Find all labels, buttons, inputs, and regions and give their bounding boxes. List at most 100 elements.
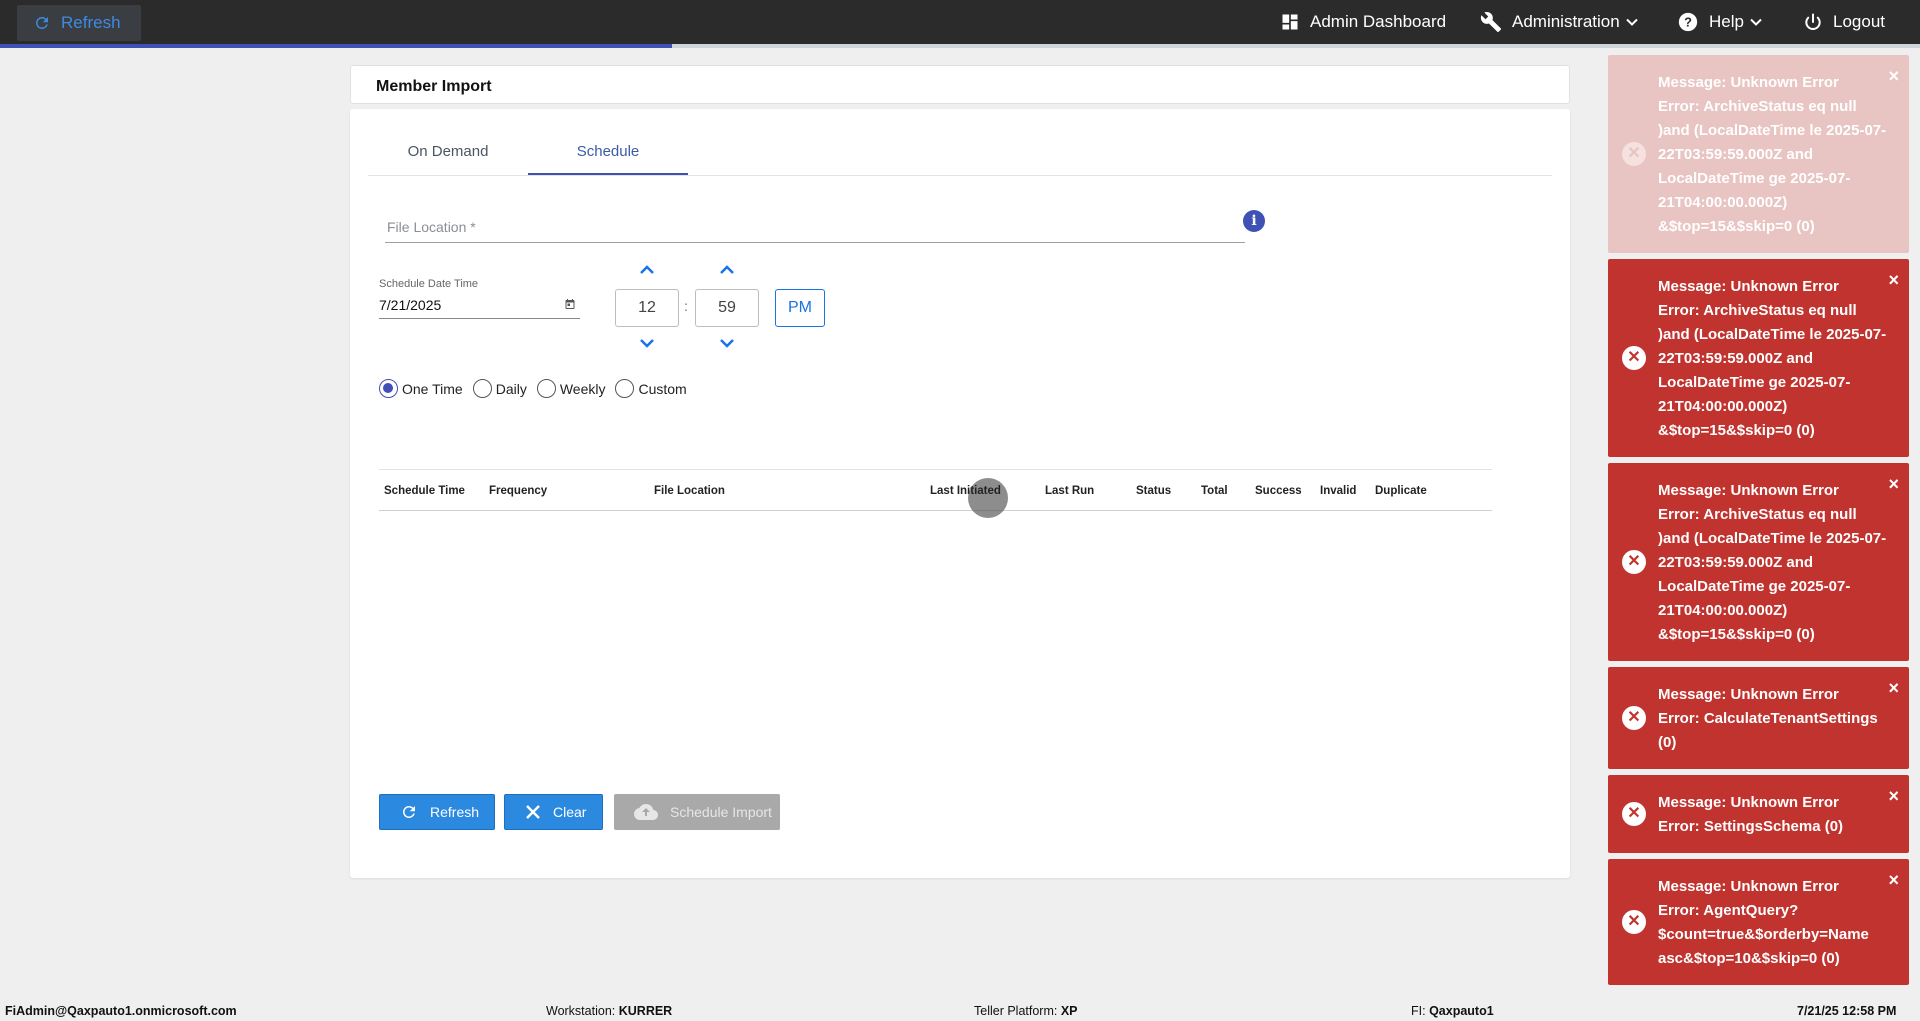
logout-label: Logout <box>1833 12 1885 31</box>
workstation-label: Workstation: <box>546 1004 616 1018</box>
toast-line: 21T04:00:00.000Z) <box>1658 194 1788 211</box>
refresh-button[interactable]: Refresh <box>379 794 495 830</box>
error-toast: ✕ × Message: Unknown Error Error: Archiv… <box>1608 259 1909 457</box>
toast-line: Message: Unknown Error <box>1658 278 1839 295</box>
schedule-import-button[interactable]: Schedule Import <box>614 794 780 830</box>
radio-label: Daily <box>495 380 527 397</box>
column-header[interactable]: Success <box>1255 485 1302 497</box>
radio-button[interactable] <box>615 379 635 398</box>
admin-dashboard-label: Admin Dashboard <box>1310 12 1447 31</box>
cloud-upload-icon <box>634 804 658 820</box>
fi-value: Qaxpauto1 <box>1429 1004 1494 1018</box>
toast-line: Message: Unknown Error <box>1658 686 1839 703</box>
radio-button-checked[interactable] <box>379 379 398 398</box>
radio-one-time[interactable]: One Time <box>379 379 463 398</box>
column-header[interactable]: Duplicate <box>1375 485 1427 497</box>
admin-dashboard-link[interactable]: Admin Dashboard <box>1280 0 1446 44</box>
file-location-input[interactable]: File Location * <box>385 209 1245 243</box>
close-icon[interactable]: × <box>1888 787 1899 805</box>
workstation-value: KURRER <box>618 1004 673 1018</box>
tab-schedule[interactable]: Schedule <box>528 131 688 175</box>
refresh-icon <box>35 16 48 29</box>
column-header[interactable]: Invalid <box>1320 485 1356 497</box>
error-icon: ✕ <box>1622 346 1646 370</box>
column-header[interactable]: File Location <box>654 485 725 497</box>
column-header[interactable]: Schedule Time <box>384 485 465 497</box>
close-icon[interactable]: × <box>1888 679 1899 697</box>
toast-line: Message: Unknown Error <box>1658 794 1839 811</box>
schedule-date-input[interactable]: 7/21/2025 <box>379 295 580 319</box>
clear-button[interactable]: Clear <box>504 794 603 830</box>
toast-message: Message: Unknown Error Error: SettingsSc… <box>1658 791 1889 839</box>
hour-decrement-icon[interactable] <box>639 337 655 349</box>
radio-button[interactable] <box>536 379 556 398</box>
toast-line: Message: Unknown Error <box>1658 74 1839 91</box>
top-refresh-button[interactable]: Refresh <box>17 5 141 41</box>
minute-increment-icon[interactable] <box>719 264 735 276</box>
help-menu[interactable]: ? Help <box>1677 0 1772 44</box>
error-toast: ✕ × Message: Unknown Error Error: AgentQ… <box>1608 859 1909 985</box>
power-icon <box>1805 13 1821 30</box>
minute-decrement-icon[interactable] <box>719 337 735 349</box>
click-ripple <box>968 478 1008 518</box>
tab-on-demand[interactable]: On Demand <box>368 131 528 175</box>
radio-button[interactable] <box>472 379 492 398</box>
info-icon[interactable]: i <box>1243 210 1265 232</box>
progress-fill <box>0 44 672 48</box>
hour-increment-icon[interactable] <box>639 264 655 276</box>
help-icon: ? <box>1678 12 1698 32</box>
logout-button[interactable]: Logout <box>1803 0 1885 44</box>
calendar-icon[interactable] <box>564 298 576 310</box>
error-toast: ✕ × Message: Unknown Error Error: Settin… <box>1608 775 1909 853</box>
refresh-icon <box>402 806 415 818</box>
top-bar: Refresh Admin Dashboard Administration ?… <box>0 0 1920 44</box>
administration-menu[interactable]: Administration <box>1480 0 1648 44</box>
close-icon[interactable]: × <box>1888 271 1899 289</box>
column-header[interactable]: Status <box>1136 485 1171 497</box>
footer-datetime: 7/21/25 12:58 PM <box>1797 1004 1897 1018</box>
help-label: Help <box>1709 12 1744 31</box>
error-toast: ✕ × Message: Unknown Error Error: Calcul… <box>1608 667 1909 769</box>
clear-button-label: Clear <box>553 804 587 820</box>
toast-line: LocalDateTime ge 2025-07- <box>1658 578 1851 595</box>
time-separator: : <box>684 298 688 314</box>
toast-message: Message: Unknown Error Error: ArchiveSta… <box>1658 71 1889 239</box>
radio-daily[interactable]: Daily <box>472 379 527 398</box>
toast-line: )and (LocalDateTime le 2025-07- <box>1658 122 1887 139</box>
toast-line: &$top=15&$skip=0 (0) <box>1658 626 1815 643</box>
toast-line: 21T04:00:00.000Z) <box>1658 602 1788 619</box>
toast-line: LocalDateTime ge 2025-07- <box>1658 170 1851 187</box>
close-icon[interactable]: × <box>1888 67 1899 85</box>
close-icon[interactable]: × <box>1888 871 1899 889</box>
hour-input[interactable]: 12 <box>615 289 679 327</box>
column-header[interactable]: Last Initiated <box>930 485 1001 497</box>
footer-workstation: Workstation: KURRER <box>546 1004 672 1018</box>
column-header[interactable]: Last Run <box>1045 485 1094 497</box>
toast-message: Message: Unknown Error Error: ArchiveSta… <box>1658 275 1889 443</box>
radio-custom[interactable]: Custom <box>615 379 687 398</box>
radio-weekly[interactable]: Weekly <box>536 379 605 398</box>
column-header[interactable]: Frequency <box>489 485 547 497</box>
status-footer: FiAdmin@Qaxpauto1.onmicrosoft.com Workst… <box>0 1000 1920 1021</box>
meridiem-toggle-button[interactable]: PM <box>775 289 825 327</box>
toast-line: Error: CalculateTenantSettings <box>1658 710 1878 727</box>
close-icon[interactable]: × <box>1888 475 1899 493</box>
toast-line: 21T04:00:00.000Z) <box>1658 398 1788 415</box>
column-header[interactable]: Total <box>1201 485 1228 497</box>
toast-line: (0) <box>1658 734 1677 751</box>
toast-line: 22T03:59:59.000Z and <box>1658 350 1814 367</box>
toast-line: Error: ArchiveStatus eq null <box>1658 506 1857 523</box>
footer-user: FiAdmin@Qaxpauto1.onmicrosoft.com <box>5 1004 237 1018</box>
toast-line: 22T03:59:59.000Z and <box>1658 554 1814 571</box>
minute-input[interactable]: 59 <box>695 289 759 327</box>
toast-line: &$top=15&$skip=0 (0) <box>1658 422 1815 439</box>
chevron-down-icon <box>1750 18 1762 26</box>
toast-line: LocalDateTime ge 2025-07- <box>1658 374 1851 391</box>
error-icon: ✕ <box>1622 142 1646 166</box>
toast-line: )and (LocalDateTime le 2025-07- <box>1658 326 1887 343</box>
top-refresh-label: Refresh <box>61 13 121 32</box>
schedule-date-label: Schedule Date Time <box>379 278 479 290</box>
error-icon: ✕ <box>1622 550 1646 574</box>
error-toast: ✕ × Message: Unknown Error Error: Archiv… <box>1608 463 1909 661</box>
wrench-icon <box>1480 12 1502 33</box>
